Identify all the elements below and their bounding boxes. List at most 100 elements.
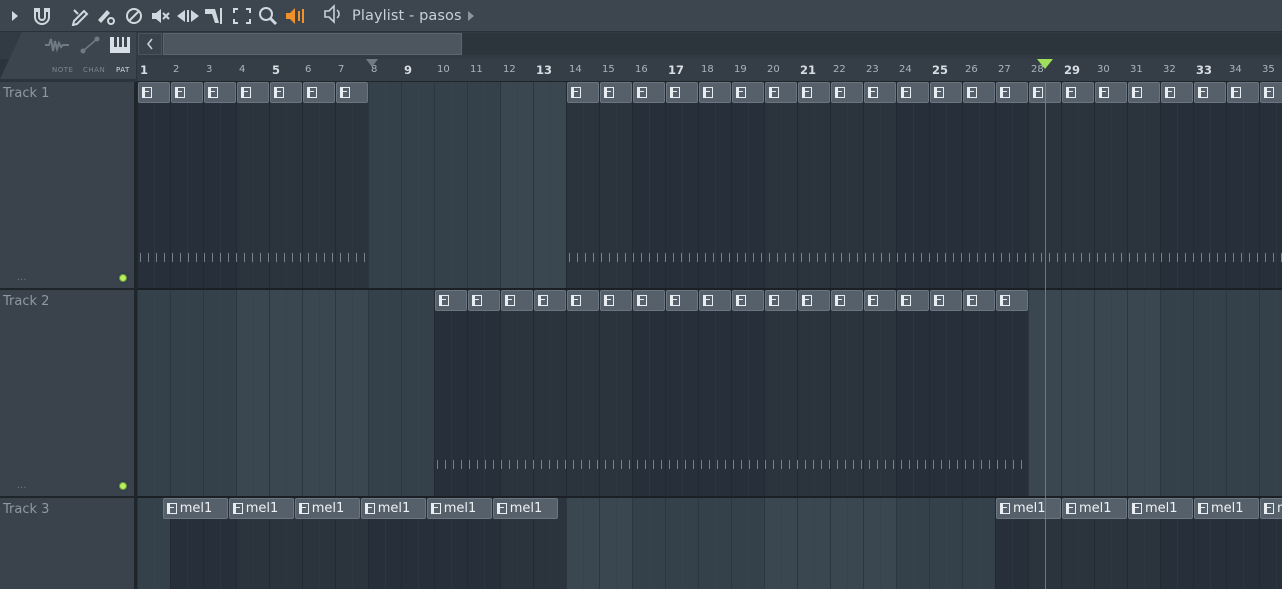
note-mode-icon[interactable]	[44, 36, 70, 54]
pattern-clip[interactable]: mel1	[1194, 498, 1259, 519]
bar-number[interactable]: 9	[404, 63, 412, 77]
pattern-clip[interactable]	[501, 290, 533, 311]
pattern-clip[interactable]	[1260, 82, 1282, 103]
track-lane-1[interactable]	[137, 82, 1282, 288]
chan-mode-label[interactable]: CHAN	[83, 66, 105, 74]
bar-number[interactable]: 17	[668, 63, 684, 77]
bar-number[interactable]: 30	[1097, 64, 1110, 75]
bar-number[interactable]: 13	[536, 63, 552, 77]
bar-number[interactable]: 7	[338, 64, 344, 75]
slice-icon[interactable]	[203, 5, 227, 27]
track-header-3[interactable]: Track 3	[0, 498, 134, 589]
pattern-clip[interactable]	[732, 290, 764, 311]
pattern-clip[interactable]	[600, 82, 632, 103]
track-header-2[interactable]: Track 2 ...	[0, 290, 134, 498]
pattern-clip[interactable]	[963, 82, 995, 103]
bar-number[interactable]: 14	[569, 64, 582, 75]
pat-mode-icon[interactable]	[109, 36, 131, 54]
track-enable-led[interactable]	[117, 272, 129, 284]
track-lane-2[interactable]	[137, 290, 1282, 496]
speaker-icon[interactable]	[322, 4, 344, 28]
bar-number[interactable]: 10	[437, 64, 450, 75]
bar-number[interactable]: 6	[305, 64, 311, 75]
pattern-clip[interactable]	[765, 290, 797, 311]
slip-icon[interactable]	[176, 5, 200, 27]
pattern-clip[interactable]	[831, 290, 863, 311]
bar-number[interactable]: 31	[1130, 64, 1143, 75]
bar-number[interactable]: 5	[272, 63, 280, 77]
bar-number[interactable]: 33	[1196, 63, 1212, 77]
track-options[interactable]: ...	[17, 480, 27, 491]
pattern-clip[interactable]	[765, 82, 797, 103]
bar-number[interactable]: 26	[965, 64, 978, 75]
playlist-grid[interactable]: mel1 mel1 mel1 mel1 mel1 mel1 mel1 mel1 mel1 mel1…	[137, 82, 1282, 589]
pattern-clip[interactable]: mel1	[162, 498, 228, 519]
playhead-marker[interactable]	[1036, 59, 1053, 69]
pattern-clip[interactable]	[930, 82, 962, 103]
bar-number[interactable]: 29	[1064, 63, 1080, 77]
bar-number[interactable]: 35	[1262, 64, 1275, 75]
track-header-1[interactable]: Track 1 ...	[0, 82, 134, 290]
zoom-icon[interactable]	[257, 5, 279, 27]
pencil-icon[interactable]	[69, 5, 91, 27]
select-icon[interactable]	[231, 5, 253, 27]
pattern-clip[interactable]	[996, 82, 1028, 103]
track-options[interactable]: ...	[17, 272, 27, 283]
pattern-clip[interactable]	[897, 82, 929, 103]
pattern-clip[interactable]	[1194, 82, 1226, 103]
bar-number[interactable]: 2	[173, 64, 179, 75]
title-arrow-icon[interactable]	[467, 11, 474, 21]
mute-speaker-icon[interactable]	[150, 5, 172, 27]
pattern-clip[interactable]: mel1	[228, 498, 294, 519]
pattern-clip[interactable]	[732, 82, 764, 103]
pattern-clip[interactable]	[534, 290, 566, 311]
pattern-clip[interactable]: mel1	[1128, 498, 1193, 519]
track-lane-3[interactable]: mel1 mel1 mel1 mel1 mel1 mel1 mel1 mel1 mel1 mel1…	[137, 498, 1282, 589]
pattern-clip[interactable]: mel1	[360, 498, 426, 519]
bar-number[interactable]: 34	[1229, 64, 1242, 75]
pattern-clip[interactable]	[633, 82, 665, 103]
pattern-clip[interactable]	[237, 82, 269, 103]
pattern-clip[interactable]	[699, 82, 731, 103]
pattern-clip[interactable]	[930, 290, 962, 311]
pattern-clip[interactable]	[435, 290, 467, 311]
pattern-clip[interactable]: mel1	[1260, 498, 1282, 519]
pattern-clip[interactable]: mel1	[1062, 498, 1127, 519]
chan-mode-icon[interactable]	[79, 36, 101, 54]
bar-number[interactable]: 15	[602, 64, 615, 75]
pattern-clip[interactable]	[1095, 82, 1127, 103]
play-arrow-icon[interactable]	[8, 5, 22, 27]
playlist-title-area[interactable]: Playlist - pasos	[322, 4, 474, 28]
scroll-left-button[interactable]	[138, 33, 162, 55]
bar-number[interactable]: 32	[1163, 64, 1176, 75]
timeline-ruler[interactable]: 1 2 3 4 5 6 7 8 9 10 11 12 13 14 15 16 17 18 19 20 21 22 23 24 2…	[137, 59, 1282, 82]
pattern-clip[interactable]	[963, 290, 995, 311]
bar-number[interactable]: 27	[998, 64, 1011, 75]
bar-number[interactable]: 21	[800, 63, 816, 77]
pattern-clip[interactable]	[897, 290, 929, 311]
pattern-clip[interactable]: mel1	[426, 498, 492, 519]
pattern-clip[interactable]	[336, 82, 368, 103]
bar-number[interactable]: 20	[767, 64, 780, 75]
pattern-clip[interactable]	[171, 82, 203, 103]
pattern-clip[interactable]	[864, 82, 896, 103]
bar-number[interactable]: 22	[833, 64, 846, 75]
scrollbar-thumb[interactable]	[163, 33, 462, 55]
pattern-clip[interactable]	[270, 82, 302, 103]
playback-speaker-icon[interactable]	[284, 5, 308, 27]
pattern-clip[interactable]	[666, 82, 698, 103]
magnet-icon[interactable]	[31, 5, 53, 27]
bar-number[interactable]: 12	[503, 64, 516, 75]
pattern-clip[interactable]	[666, 290, 698, 311]
pattern-clip[interactable]	[468, 290, 500, 311]
pattern-clip[interactable]	[633, 290, 665, 311]
pattern-clip[interactable]	[831, 82, 863, 103]
pattern-clip[interactable]	[699, 290, 731, 311]
pattern-clip[interactable]	[1128, 82, 1160, 103]
pattern-clip[interactable]: mel1	[492, 498, 558, 519]
mute-circle-icon[interactable]	[124, 5, 144, 27]
pat-mode-label[interactable]: PAT	[116, 66, 130, 74]
track-enable-led[interactable]	[117, 480, 129, 492]
bar-number[interactable]: 11	[470, 64, 483, 75]
bar-number[interactable]: 16	[635, 64, 648, 75]
